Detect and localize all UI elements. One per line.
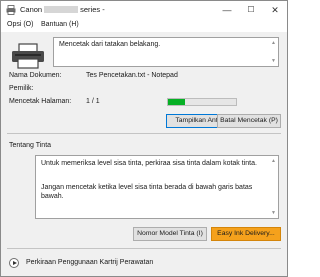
close-button[interactable]: ✕ xyxy=(263,1,287,19)
document-name-label: Nama Dokumen: xyxy=(9,72,62,79)
window-title: Canon series - xyxy=(20,5,105,14)
title-bar[interactable]: Canon series - — ☐ ✕ xyxy=(1,1,287,19)
section-divider xyxy=(7,133,281,134)
status-message: Mencetak dari tatakan belakang. xyxy=(59,41,161,48)
redacted-model-name xyxy=(44,6,79,13)
printer-icon xyxy=(12,43,44,69)
ink-model-number-button[interactable]: Nomor Model Tinta (I) xyxy=(133,227,207,241)
print-progress-fill xyxy=(168,99,185,105)
printing-pages-label: Mencetak Halaman: xyxy=(9,98,72,105)
maintenance-cartridge-estimate-label[interactable]: Perkiraan Penggunaan Kartrij Perawatan xyxy=(26,259,153,266)
window-title-prefix: Canon xyxy=(20,5,43,14)
menu-bar: Opsi (O) Bantuan (H) xyxy=(1,19,287,32)
printing-pages-value: 1 / 1 xyxy=(86,98,100,105)
ink-scroll-down-icon[interactable]: ▼ xyxy=(271,210,276,216)
status-message-box: Mencetak dari tatakan belakang. ▲ ▼ xyxy=(53,37,279,67)
expand-play-icon[interactable] xyxy=(9,258,19,268)
minimize-button[interactable]: — xyxy=(215,1,239,19)
ink-scroll-up-icon[interactable]: ▲ xyxy=(271,158,276,164)
cancel-printing-button[interactable]: Batal Mencetak (P) xyxy=(217,114,281,128)
ink-info-box: Untuk memeriksa level sisa tinta, perkir… xyxy=(35,155,279,219)
printer-app-icon xyxy=(6,5,16,15)
menu-options[interactable]: Opsi (O) xyxy=(7,21,33,28)
window-title-suffix: series - xyxy=(80,5,105,14)
ink-info-paragraph-2: Jangan mencetak ketika level sisa tinta … xyxy=(41,184,253,200)
menu-help[interactable]: Bantuan (H) xyxy=(41,21,79,28)
scroll-down-icon[interactable]: ▼ xyxy=(271,58,276,64)
ink-info-paragraph-1: Untuk memeriksa level sisa tinta, perkir… xyxy=(41,160,257,167)
owner-label: Pemilik: xyxy=(9,85,34,92)
scroll-up-icon[interactable]: ▲ xyxy=(271,40,276,46)
maximize-button[interactable]: ☐ xyxy=(239,1,263,19)
footer-divider xyxy=(7,248,281,249)
document-name-value: Tes Pencetakan.txt - Notepad xyxy=(86,72,178,79)
easy-ink-delivery-button[interactable]: Easy Ink Delivery... xyxy=(211,227,281,241)
printer-status-window: Canon series - — ☐ ✕ Opsi (O) Bantuan (H)… xyxy=(0,0,288,277)
print-progress-bar xyxy=(167,98,237,106)
ink-section-title: Tentang Tinta xyxy=(9,142,52,149)
